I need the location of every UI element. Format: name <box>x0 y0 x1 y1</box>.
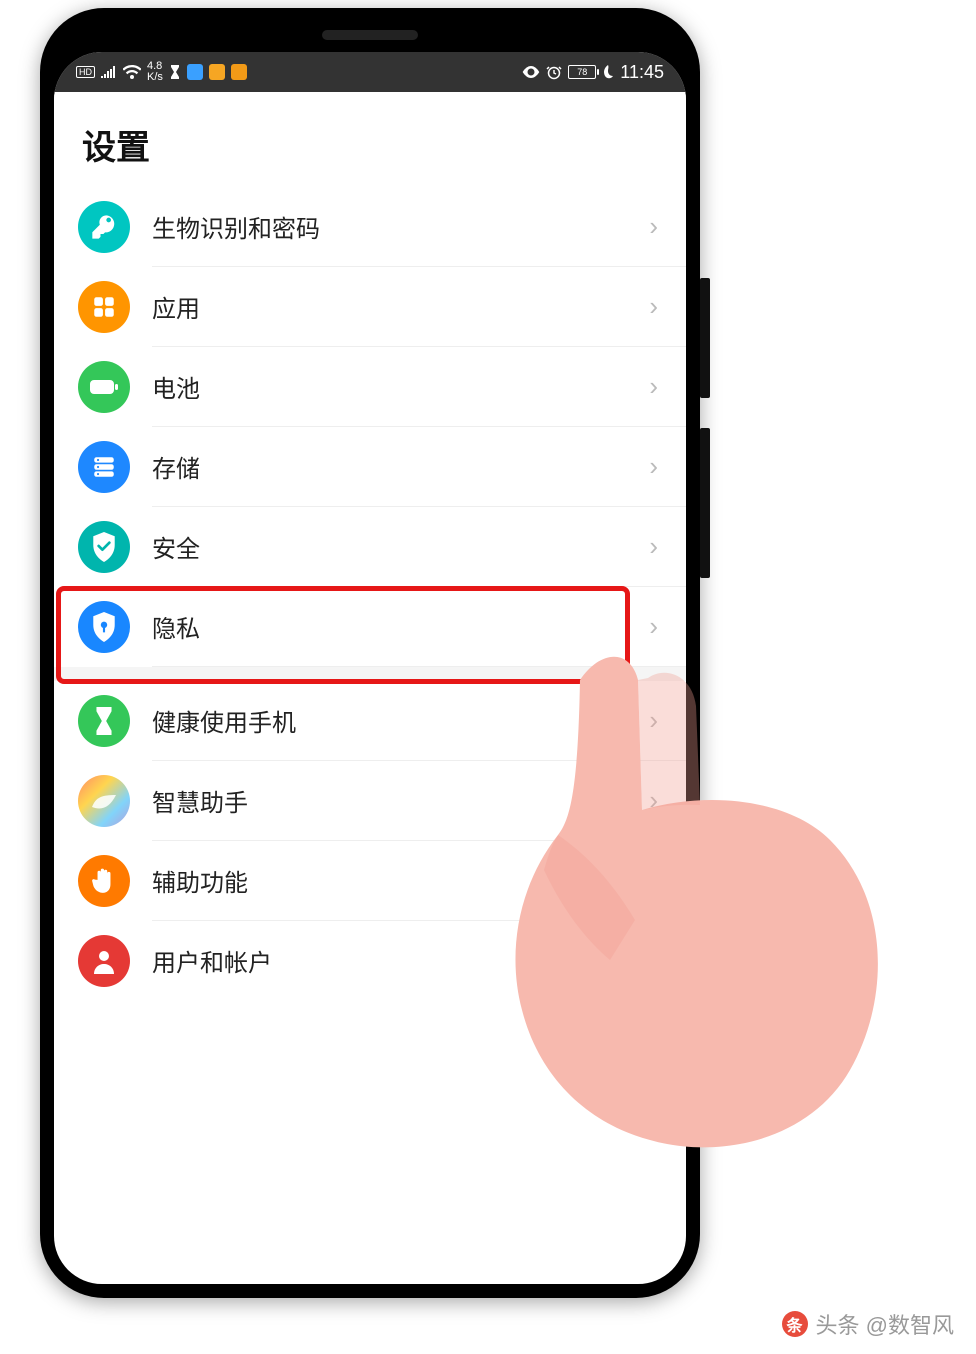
chevron-right-icon: › <box>649 705 662 736</box>
key-icon <box>78 201 130 253</box>
app-indicator-icon <box>187 64 203 80</box>
storage-icon <box>78 441 130 493</box>
settings-item-label: 智慧助手 <box>152 783 649 818</box>
settings-item-label: 辅助功能 <box>152 863 649 898</box>
settings-item-privacy[interactable]: 隐私 › <box>152 587 686 667</box>
section-divider <box>54 667 686 681</box>
hourglass-small-icon <box>169 65 181 79</box>
leaf-icon <box>602 65 614 79</box>
settings-item-label: 电池 <box>152 369 649 404</box>
watermark-text: 头条 @数智风 <box>816 1308 954 1340</box>
person-icon <box>78 935 130 987</box>
settings-list: 生物识别和密码 › 应用 › 电池 › <box>54 187 686 1000</box>
screen: HD 4.8 K/s <box>54 52 686 1284</box>
side-button <box>700 428 710 578</box>
settings-item-label: 生物识别和密码 <box>152 209 649 244</box>
chevron-right-icon: › <box>649 531 662 562</box>
settings-item-label: 存储 <box>152 449 649 484</box>
page-title: 设置 <box>54 92 686 187</box>
chevron-right-icon: › <box>649 611 662 642</box>
app-indicator-icon <box>231 64 247 80</box>
chevron-right-icon: › <box>649 945 662 976</box>
shield-check-icon <box>78 521 130 573</box>
chevron-right-icon: › <box>649 211 662 242</box>
settings-item-assistant[interactable]: 智慧助手 › <box>152 761 686 841</box>
battery-icon <box>78 361 130 413</box>
settings-item-label: 安全 <box>152 529 649 564</box>
settings-item-security[interactable]: 安全 › <box>152 507 686 587</box>
chevron-right-icon: › <box>649 865 662 896</box>
hd-badge: HD <box>76 66 95 79</box>
assistant-icon <box>78 775 130 827</box>
hourglass-icon <box>78 695 130 747</box>
signal-icon <box>101 66 117 78</box>
settings-item-digital-wellbeing[interactable]: 健康使用手机 › <box>152 681 686 761</box>
side-button <box>700 278 710 398</box>
settings-item-label: 健康使用手机 <box>152 703 649 738</box>
phone-speaker <box>322 30 418 40</box>
settings-item-biometrics[interactable]: 生物识别和密码 › <box>152 187 686 267</box>
settings-item-battery[interactable]: 电池 › <box>152 347 686 427</box>
status-bar: HD 4.8 K/s <box>54 52 686 92</box>
alarm-icon <box>546 64 562 80</box>
status-time: 11:45 <box>620 62 664 83</box>
settings-item-apps[interactable]: 应用 › <box>152 267 686 347</box>
chevron-right-icon: › <box>649 291 662 322</box>
settings-item-label: 应用 <box>152 289 649 324</box>
settings-item-storage[interactable]: 存储 › <box>152 427 686 507</box>
eye-icon <box>522 66 540 78</box>
watermark-icon: 条 <box>782 1311 808 1337</box>
hand-icon <box>78 855 130 907</box>
app-indicator-icon <box>209 64 225 80</box>
settings-item-accessibility[interactable]: 辅助功能 › <box>152 841 686 921</box>
settings-item-label: 用户和帐户 <box>152 943 649 978</box>
net-speed: 4.8 K/s <box>147 61 163 83</box>
watermark: 条 头条 @数智风 <box>782 1308 954 1340</box>
apps-icon <box>78 281 130 333</box>
chevron-right-icon: › <box>649 785 662 816</box>
wifi-icon <box>123 65 141 79</box>
settings-item-label: 隐私 <box>152 609 649 644</box>
battery-indicator: 78 <box>568 65 596 79</box>
settings-item-users-accounts[interactable]: 用户和帐户 › <box>152 921 686 1000</box>
shield-lock-icon <box>78 601 130 653</box>
chevron-right-icon: › <box>649 371 662 402</box>
phone-frame: HD 4.8 K/s <box>40 8 700 1298</box>
chevron-right-icon: › <box>649 451 662 482</box>
